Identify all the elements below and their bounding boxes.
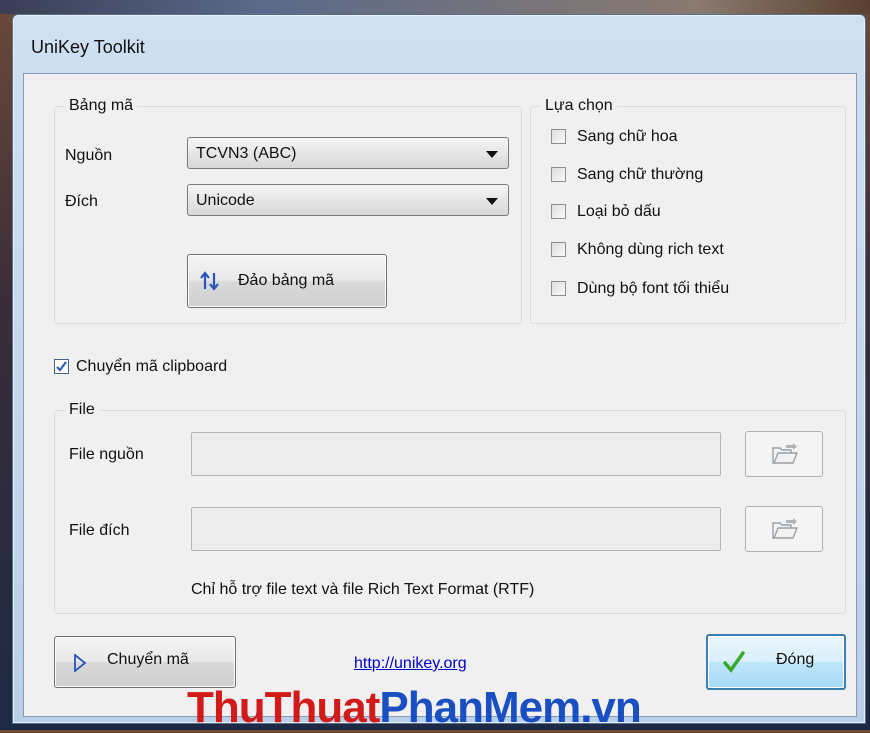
dest-encoding-label: Đích <box>65 193 98 210</box>
desktop-background <box>0 0 870 14</box>
clipboard-label: Chuyển mã clipboard <box>76 358 228 375</box>
remove-accents-checkbox[interactable] <box>551 204 566 219</box>
dest-encoding-value: Unicode <box>196 192 255 209</box>
convert-button-label: Chuyển mã <box>107 651 189 668</box>
lowercase-checkbox[interactable] <box>551 167 566 182</box>
source-encoding-label: Nguồn <box>65 147 113 164</box>
source-encoding-value: TCVN3 (ABC) <box>196 145 297 162</box>
remove-accents-label: Loại bỏ dấu <box>577 203 661 220</box>
close-button[interactable]: Đóng <box>706 634 846 690</box>
dest-encoding-select[interactable]: Unicode <box>187 184 509 216</box>
options-group: Lựa chọn Sang chữ hoa Sang chữ thường Lo… <box>530 97 846 324</box>
file-source-input[interactable] <box>191 432 721 476</box>
open-folder-icon <box>772 518 799 539</box>
dialog-client-area: Bảng mã Nguồn TCVN3 (ABC) Đích Unicode Đ… <box>23 73 857 717</box>
uppercase-checkbox[interactable] <box>551 129 566 144</box>
file-source-label: File nguồn <box>69 446 144 463</box>
clipboard-checkbox[interactable] <box>54 359 69 374</box>
no-rich-text-label: Không dùng rich text <box>577 241 724 258</box>
chevron-down-icon <box>486 151 498 158</box>
chevron-down-icon <box>486 198 498 205</box>
encoding-group-legend: Bảng mã <box>65 97 138 115</box>
file-support-note: Chỉ hỗ trợ file text và file Rich Text F… <box>191 581 535 598</box>
no-rich-text-checkbox[interactable] <box>551 242 566 257</box>
options-group-legend: Lựa chọn <box>541 97 617 115</box>
checkmark-icon <box>56 361 67 372</box>
checkmark-icon <box>723 651 745 673</box>
lowercase-label: Sang chữ thường <box>577 166 704 183</box>
convert-button[interactable]: Chuyển mã <box>54 636 236 688</box>
swap-encoding-button[interactable]: Đảo bảng mã <box>187 254 387 308</box>
source-encoding-select[interactable]: TCVN3 (ABC) <box>187 137 509 169</box>
swap-encoding-label: Đảo bảng mã <box>238 272 335 289</box>
title-bar[interactable]: UniKey Toolkit <box>13 15 865 65</box>
file-group-legend: File <box>65 401 99 419</box>
file-dest-label: File đích <box>69 522 130 539</box>
watermark-part1: ThuThuat <box>187 683 380 732</box>
watermark-part2: PhanMem.vn <box>379 683 641 732</box>
open-folder-icon <box>772 443 799 464</box>
watermark-logo: ThuThuatPhanMem.vn <box>187 683 642 733</box>
encoding-group: Bảng mã Nguồn TCVN3 (ABC) Đích Unicode Đ… <box>54 97 522 324</box>
minimal-font-checkbox[interactable] <box>551 281 566 296</box>
window-title: UniKey Toolkit <box>31 37 145 57</box>
file-source-browse-button[interactable] <box>745 431 823 477</box>
play-icon <box>74 654 87 672</box>
file-dest-input[interactable] <box>191 507 721 551</box>
close-button-label: Đóng <box>776 651 815 668</box>
file-dest-browse-button[interactable] <box>745 506 823 552</box>
swap-arrows-icon <box>200 271 219 291</box>
unikey-link[interactable]: http://unikey.org <box>354 655 467 673</box>
file-group: File File nguồn File đích Chỉ hỗ trợ fil… <box>54 401 846 614</box>
uppercase-label: Sang chữ hoa <box>577 128 678 145</box>
minimal-font-label: Dùng bộ font tối thiểu <box>577 280 730 297</box>
unikey-toolkit-window: UniKey Toolkit Bảng mã Nguồn TCVN3 (ABC)… <box>12 14 866 732</box>
